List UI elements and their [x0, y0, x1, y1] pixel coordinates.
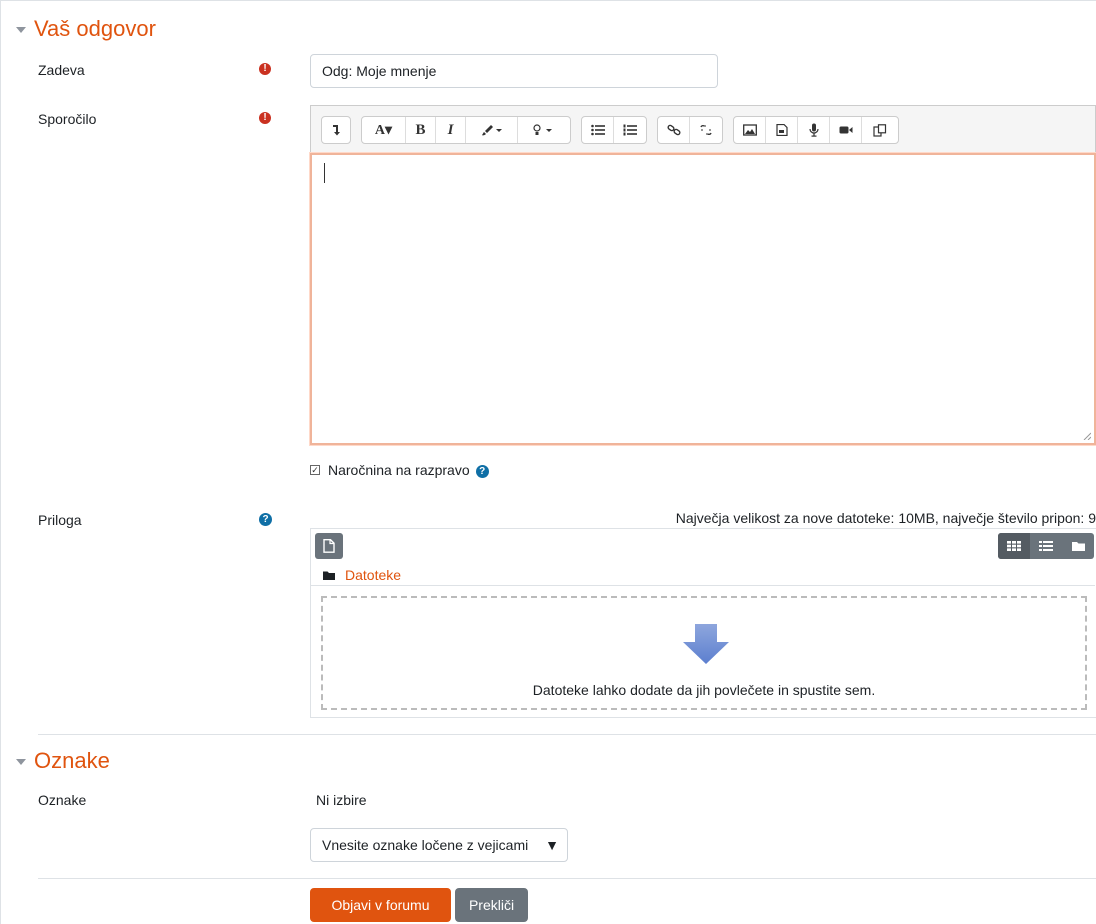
lightbulb-icon [533, 124, 552, 135]
toolbar-group-media [733, 116, 899, 144]
question-circle-icon[interactable]: ? [259, 513, 272, 526]
message-editor[interactable] [310, 153, 1096, 445]
section-divider [38, 734, 1096, 735]
collapse-triangle-icon [16, 759, 26, 765]
brush-icon [481, 125, 502, 136]
section-toggle-tags[interactable]: Oznake [16, 748, 110, 774]
toolbar-group-lists [581, 116, 647, 144]
link-button[interactable] [658, 117, 690, 143]
tags-placeholder: Vnesite oznake ločene z vejicami [322, 837, 529, 853]
toolbar-group-collapse [321, 116, 351, 144]
unlink-button[interactable] [690, 117, 722, 143]
view-icons-button[interactable] [998, 533, 1030, 559]
microphone-icon [808, 123, 819, 137]
media-icon [775, 124, 788, 136]
ordered-list-icon [623, 124, 637, 136]
collapse-icon [333, 125, 340, 136]
section-title-tags: Oznake [34, 748, 110, 773]
lightbulb-button[interactable] [518, 117, 570, 143]
folder-icon [323, 571, 335, 580]
copy-button[interactable] [862, 117, 898, 143]
text-caret [324, 163, 325, 183]
bold-button[interactable]: B [406, 117, 436, 143]
subscribe-row: ✓ Naročnina na razpravo ? [310, 462, 489, 478]
font-icon: A▾ [374, 122, 393, 138]
dropdown-arrow-icon[interactable]: ▼ [545, 837, 559, 853]
toolbar-group-links [657, 116, 723, 144]
toolbar-group-format: A▾ B I [361, 116, 571, 144]
section-title-reply: Vaš odgovor [34, 16, 156, 41]
grid-icon [1007, 541, 1021, 551]
section-divider [38, 878, 1096, 879]
question-circle-icon[interactable]: ? [475, 464, 489, 478]
tags-label: Oznake [38, 792, 87, 808]
folder-label: Datoteke [345, 567, 402, 583]
file-manager: Datoteke Datoteke lahko dodate da jih po… [310, 528, 1096, 718]
editor-toolbar: A▾ B I [310, 105, 1096, 153]
attachment-limits: Največja velikost za nove datoteke: 10MB… [675, 510, 1096, 526]
view-list-button[interactable] [1030, 533, 1062, 559]
view-tree-button[interactable] [1062, 533, 1094, 559]
microphone-button[interactable] [798, 117, 830, 143]
section-toggle-reply[interactable]: Vaš odgovor [16, 16, 156, 42]
collapse-button[interactable] [322, 117, 350, 143]
media-button[interactable] [766, 117, 798, 143]
subject-label: Zadeva [38, 62, 85, 78]
add-file-button[interactable] [315, 533, 343, 559]
unordered-list-button[interactable] [582, 117, 614, 143]
list-icon [1039, 541, 1053, 551]
drop-zone-text: Datoteke lahko dodate da jih povlečete i… [532, 682, 876, 698]
view-switcher [998, 533, 1094, 559]
italic-icon: I [447, 121, 454, 138]
attachment-label: Priloga [38, 512, 82, 528]
copy-icon [873, 123, 887, 137]
exclamation-circle-icon: ! [259, 112, 271, 124]
message-label: Sporočilo [38, 111, 97, 127]
bold-icon: B [415, 121, 426, 138]
folder-icon [1071, 542, 1085, 551]
path-divider [311, 585, 1095, 586]
ordered-list-button[interactable] [614, 117, 646, 143]
image-button[interactable] [734, 117, 766, 143]
font-button[interactable]: A▾ [362, 117, 406, 143]
folder-path[interactable]: Datoteke [323, 567, 401, 583]
video-button[interactable] [830, 117, 862, 143]
subject-input[interactable] [310, 54, 718, 88]
link-icon [666, 124, 681, 136]
tags-input[interactable]: Vnesite oznake ločene z vejicami ▼ [310, 828, 568, 862]
subscribe-checkbox[interactable]: ✓ [310, 465, 320, 475]
tags-selection: Ni izbire [316, 792, 367, 808]
italic-button[interactable]: I [436, 117, 466, 143]
resize-handle-icon[interactable] [1083, 432, 1091, 440]
collapse-triangle-icon [16, 27, 26, 33]
brush-button[interactable] [466, 117, 518, 143]
post-to-forum-button[interactable]: Objavi v forumu [310, 888, 451, 922]
image-icon [742, 124, 757, 136]
subscribe-label: Naročnina na razpravo [328, 462, 470, 478]
download-arrow-icon [683, 624, 729, 664]
unlink-icon [700, 124, 712, 136]
video-icon [839, 126, 852, 134]
file-icon [323, 539, 335, 553]
drop-zone[interactable]: Datoteke lahko dodate da jih povlečete i… [321, 596, 1087, 710]
cancel-button[interactable]: Prekliči [455, 888, 528, 922]
unordered-list-icon [590, 124, 605, 136]
exclamation-circle-icon: ! [259, 63, 271, 75]
